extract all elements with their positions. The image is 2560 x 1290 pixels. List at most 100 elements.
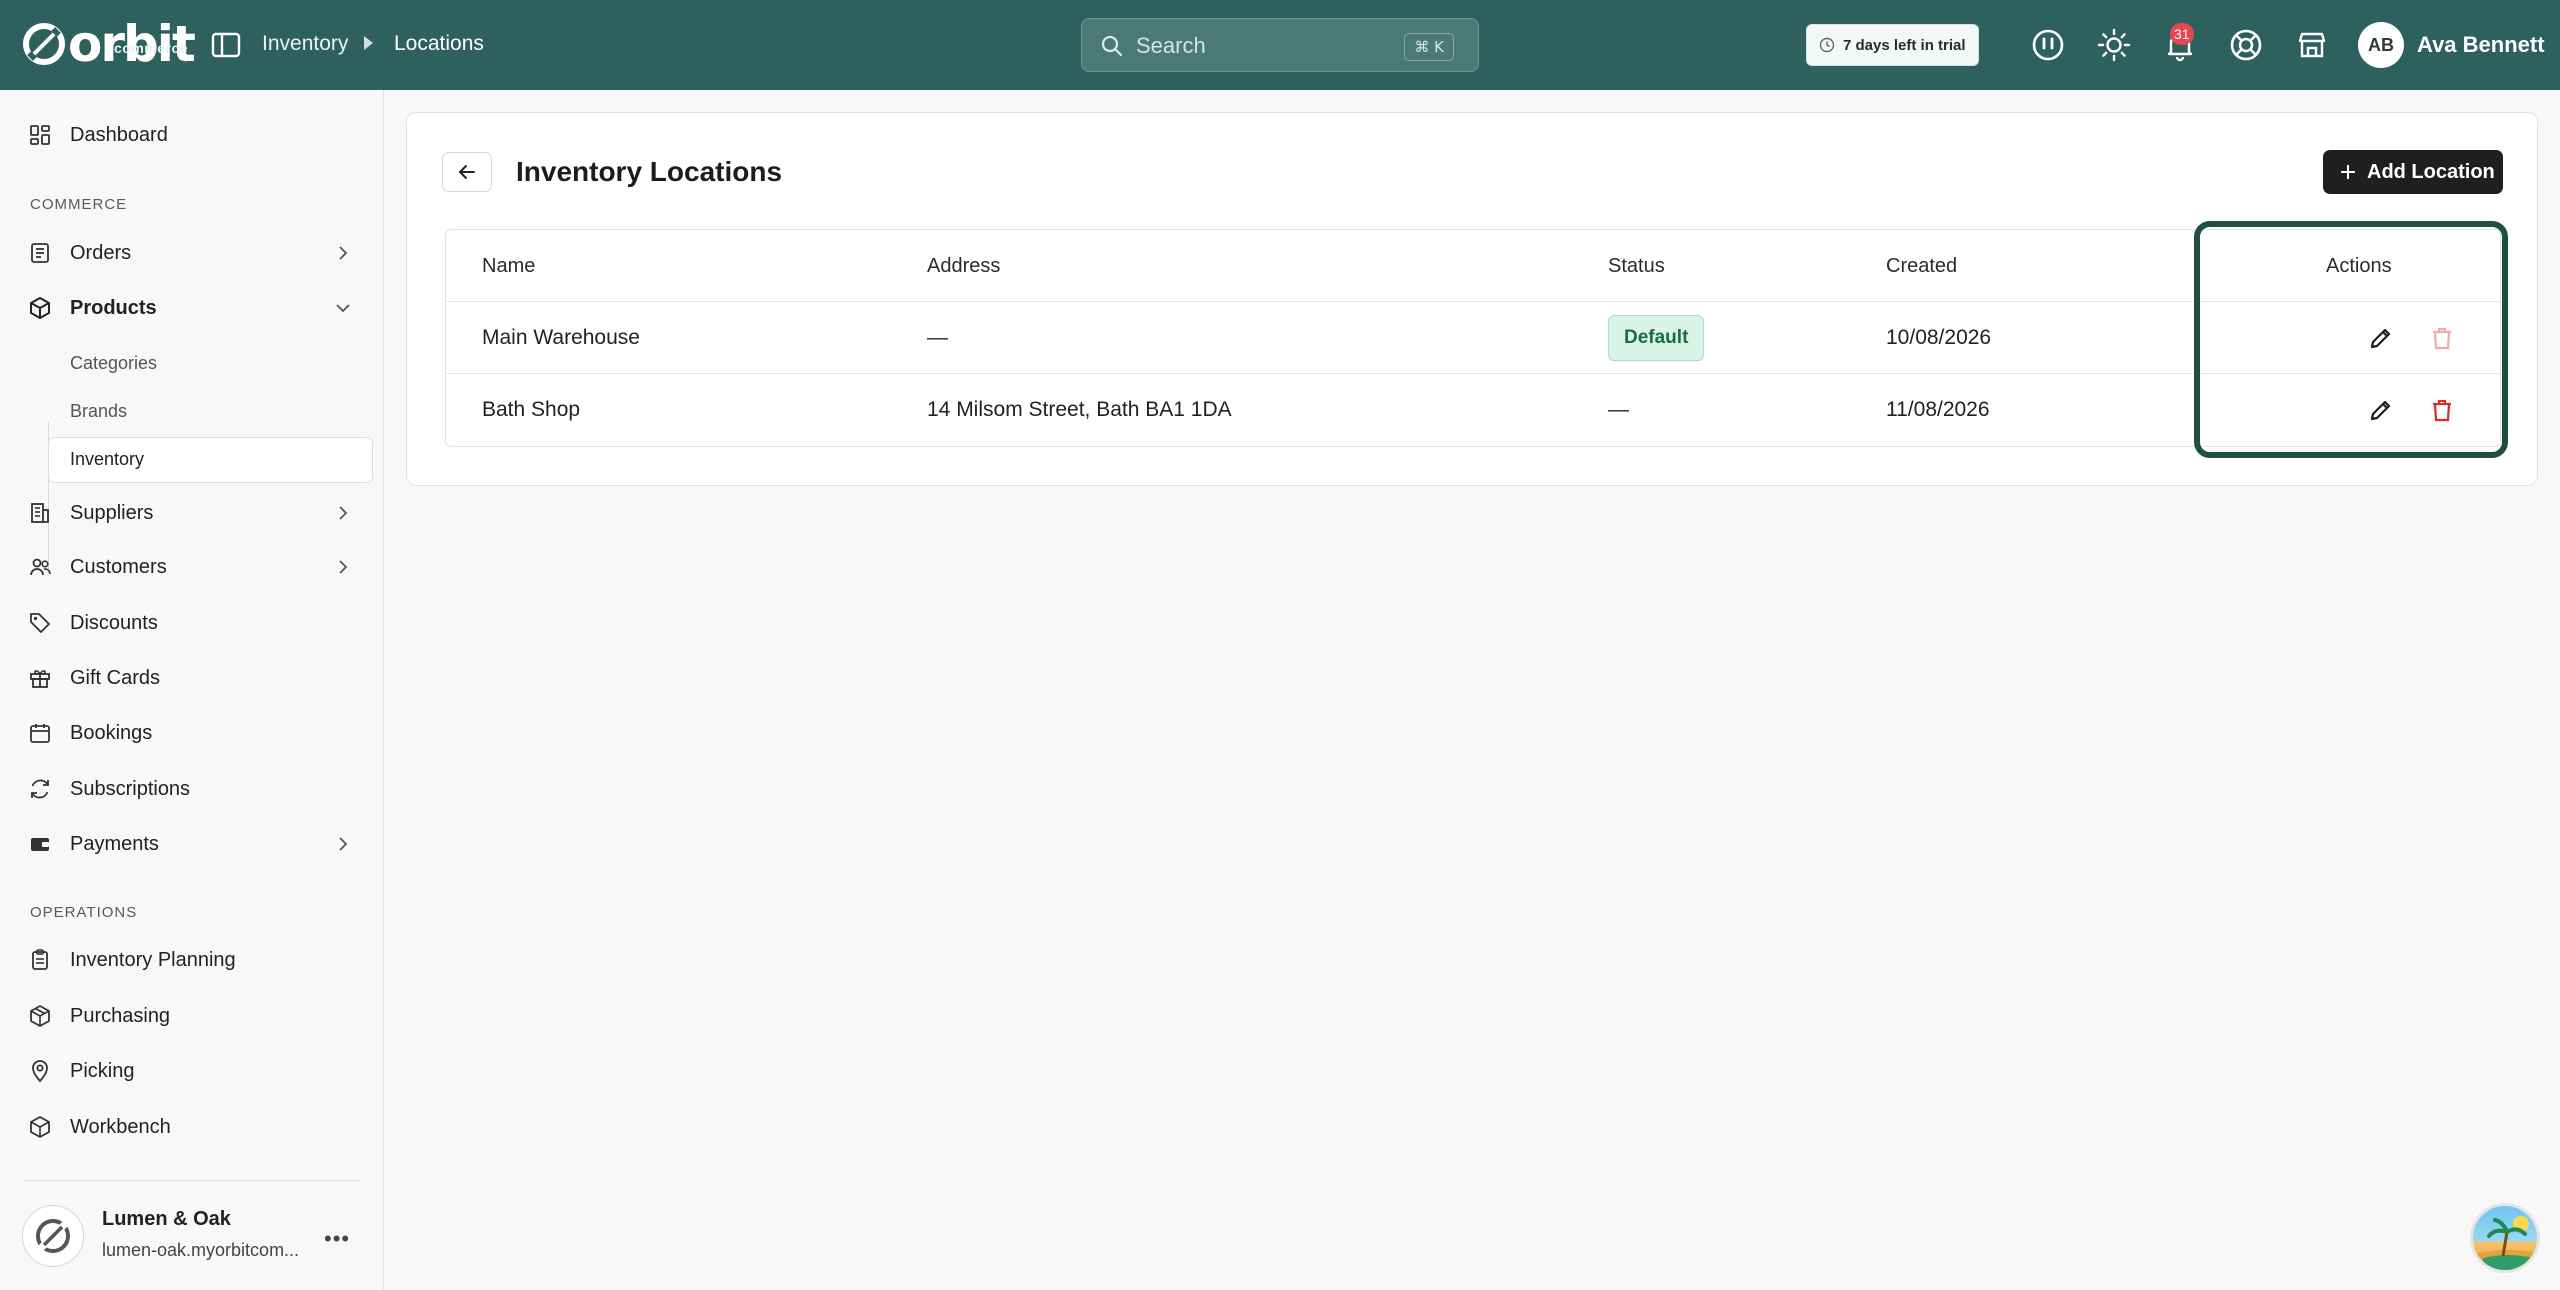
page-title: Inventory Locations <box>516 156 783 187</box>
user-avatar[interactable]: AB <box>2358 22 2404 68</box>
trial-badge[interactable]: 7 days left in trial <box>1806 24 1979 66</box>
chevron-right-icon <box>339 560 348 574</box>
sidebar-label-purchasing: Purchasing <box>70 1004 171 1027</box>
trash-icon <box>2433 328 2451 350</box>
topbar-divider <box>185 27 186 63</box>
store-name[interactable]: Lumen & Oak <box>102 1208 231 1231</box>
sidebar-item-workbench[interactable]: Workbench <box>0 1105 384 1149</box>
users-icon <box>30 558 51 576</box>
chevron-right-icon <box>339 837 348 851</box>
sidebar-item-payments[interactable]: Payments <box>0 822 384 866</box>
sidebar-label-workbench: Workbench <box>70 1115 171 1138</box>
sidebar-label-dashboard: Dashboard <box>70 123 168 146</box>
cell-address: 14 Milsom Street, Bath BA1 1DA <box>927 398 1232 421</box>
sidebar-item-purchasing[interactable]: Purchasing <box>0 994 384 1038</box>
sidebar-item-products[interactable]: Products <box>0 286 384 330</box>
table-row[interactable]: Main Warehouse — Default 10/08/2026 <box>446 302 2500 374</box>
clipboard-icon <box>32 949 48 970</box>
cell-name: Bath Shop <box>482 398 581 421</box>
sidebar-item-bookings[interactable]: Bookings <box>0 711 384 755</box>
status-badge: Default <box>1608 315 1705 361</box>
breadcrumb-separator-icon <box>364 36 373 50</box>
top-bar: orbit commerce Inventory Locations ⌘ K 7… <box>0 0 2560 90</box>
add-location-button[interactable]: Add Location <box>2323 150 2503 194</box>
refresh-icon <box>31 779 49 799</box>
cell-created: 11/08/2026 <box>1886 398 1990 421</box>
sidebar-item-inventory-planning[interactable]: Inventory Planning <box>0 938 384 982</box>
table-row[interactable]: Bath Shop 14 Milsom Street, Bath BA1 1DA… <box>446 374 2500 446</box>
store-url: lumen-oak.myorbitcom... <box>102 1240 300 1260</box>
sidebar-label-suppliers: Suppliers <box>70 501 154 524</box>
column-header-address[interactable]: Address <box>927 230 1000 302</box>
store-logo-icon <box>36 1219 70 1253</box>
sidebar-label-payments: Payments <box>70 832 159 855</box>
arrow-left-icon <box>459 165 475 179</box>
store-icon[interactable] <box>2294 27 2330 63</box>
gift-icon <box>30 670 50 688</box>
more-options-icon[interactable]: ••• <box>324 1226 350 1252</box>
sidebar-subitem-brands[interactable]: Brands <box>70 401 127 422</box>
breadcrumb-inventory[interactable]: Inventory <box>262 32 348 56</box>
sidebar-item-gift-cards[interactable]: Gift Cards <box>0 656 384 700</box>
sidebar-label-bookings: Bookings <box>70 721 153 744</box>
orders-icon <box>31 243 49 263</box>
logo-subtext: commerce <box>114 40 189 56</box>
assistant-icon[interactable] <box>2030 27 2066 63</box>
notification-count-badge: 31 <box>2170 23 2194 45</box>
island-illustration-icon <box>2473 1216 2537 1270</box>
calendar-icon <box>30 724 50 743</box>
column-header-status[interactable]: Status <box>1608 230 1665 302</box>
sidebar-subitem-categories[interactable]: Categories <box>70 353 157 374</box>
sidebar-item-suppliers[interactable]: Suppliers <box>0 491 384 535</box>
column-header-name[interactable]: Name <box>482 230 535 302</box>
building-icon <box>31 503 49 523</box>
sidebar-label-subscriptions: Subscriptions <box>70 777 191 800</box>
edit-pencil-icon[interactable] <box>2366 395 2396 425</box>
cube-icon <box>30 1116 50 1138</box>
theme-sun-icon[interactable] <box>2096 27 2132 63</box>
wallet-icon <box>31 838 49 851</box>
add-location-label: Add Location <box>2367 160 2495 183</box>
user-name[interactable]: Ava Bennett <box>2417 32 2545 58</box>
sidebar-item-dashboard[interactable]: Dashboard <box>0 113 384 157</box>
sidebar-divider <box>24 1180 360 1181</box>
cell-created: 10/08/2026 <box>1886 326 1992 349</box>
cell-name: Main Warehouse <box>482 326 640 349</box>
orbit-logo-icon <box>23 23 65 65</box>
store-avatar[interactable] <box>22 1205 84 1267</box>
breadcrumb-locations: Locations <box>394 32 484 55</box>
sidebar-subitem-inventory-label: Inventory <box>70 449 145 469</box>
back-button[interactable] <box>442 152 492 192</box>
sidebar-item-picking[interactable]: Picking <box>0 1049 384 1093</box>
sidebar-item-orders[interactable]: Orders <box>0 231 384 275</box>
cell-address: — <box>927 326 948 349</box>
table-header-row: Name Address Status Created Actions <box>446 230 2500 302</box>
sidebar-label-customers: Customers <box>70 555 167 578</box>
sidebar-item-customers[interactable]: Customers <box>0 545 384 589</box>
box-icon <box>30 1005 50 1027</box>
edit-pencil-icon[interactable] <box>2366 323 2396 353</box>
sidebar-label-orders: Orders <box>70 241 132 264</box>
trash-icon[interactable] <box>2428 396 2456 424</box>
column-header-created[interactable]: Created <box>1886 230 1957 302</box>
locations-table: Name Address Status Created Actions Main… <box>445 229 2501 447</box>
chevron-right-icon <box>339 506 348 520</box>
search-icon <box>1101 35 1123 57</box>
dashboard-icon <box>30 125 50 145</box>
sidebar-label-discounts: Discounts <box>70 611 158 634</box>
search-box[interactable]: ⌘ K <box>1081 18 1479 72</box>
sidebar-toggle-icon[interactable] <box>210 29 242 61</box>
sidebar-item-subscriptions[interactable]: Subscriptions <box>0 767 384 811</box>
tag-icon <box>30 613 50 633</box>
trial-label: 7 days left in trial <box>1843 36 1966 54</box>
assistant-bubble[interactable] <box>2470 1203 2540 1273</box>
search-input[interactable] <box>1136 29 1396 63</box>
help-lifebuoy-icon[interactable] <box>2228 27 2264 63</box>
sidebar: Dashboard COMMERCE Orders Products Categ… <box>0 90 384 1290</box>
column-header-actions: Actions <box>2326 254 2392 277</box>
search-shortcut: ⌘ K <box>1404 33 1454 61</box>
sidebar-label-inventory-planning: Inventory Planning <box>70 948 236 971</box>
map-pin-icon <box>32 1060 48 1083</box>
sidebar-item-discounts[interactable]: Discounts <box>0 601 384 645</box>
cell-status: Default <box>1608 302 1705 374</box>
